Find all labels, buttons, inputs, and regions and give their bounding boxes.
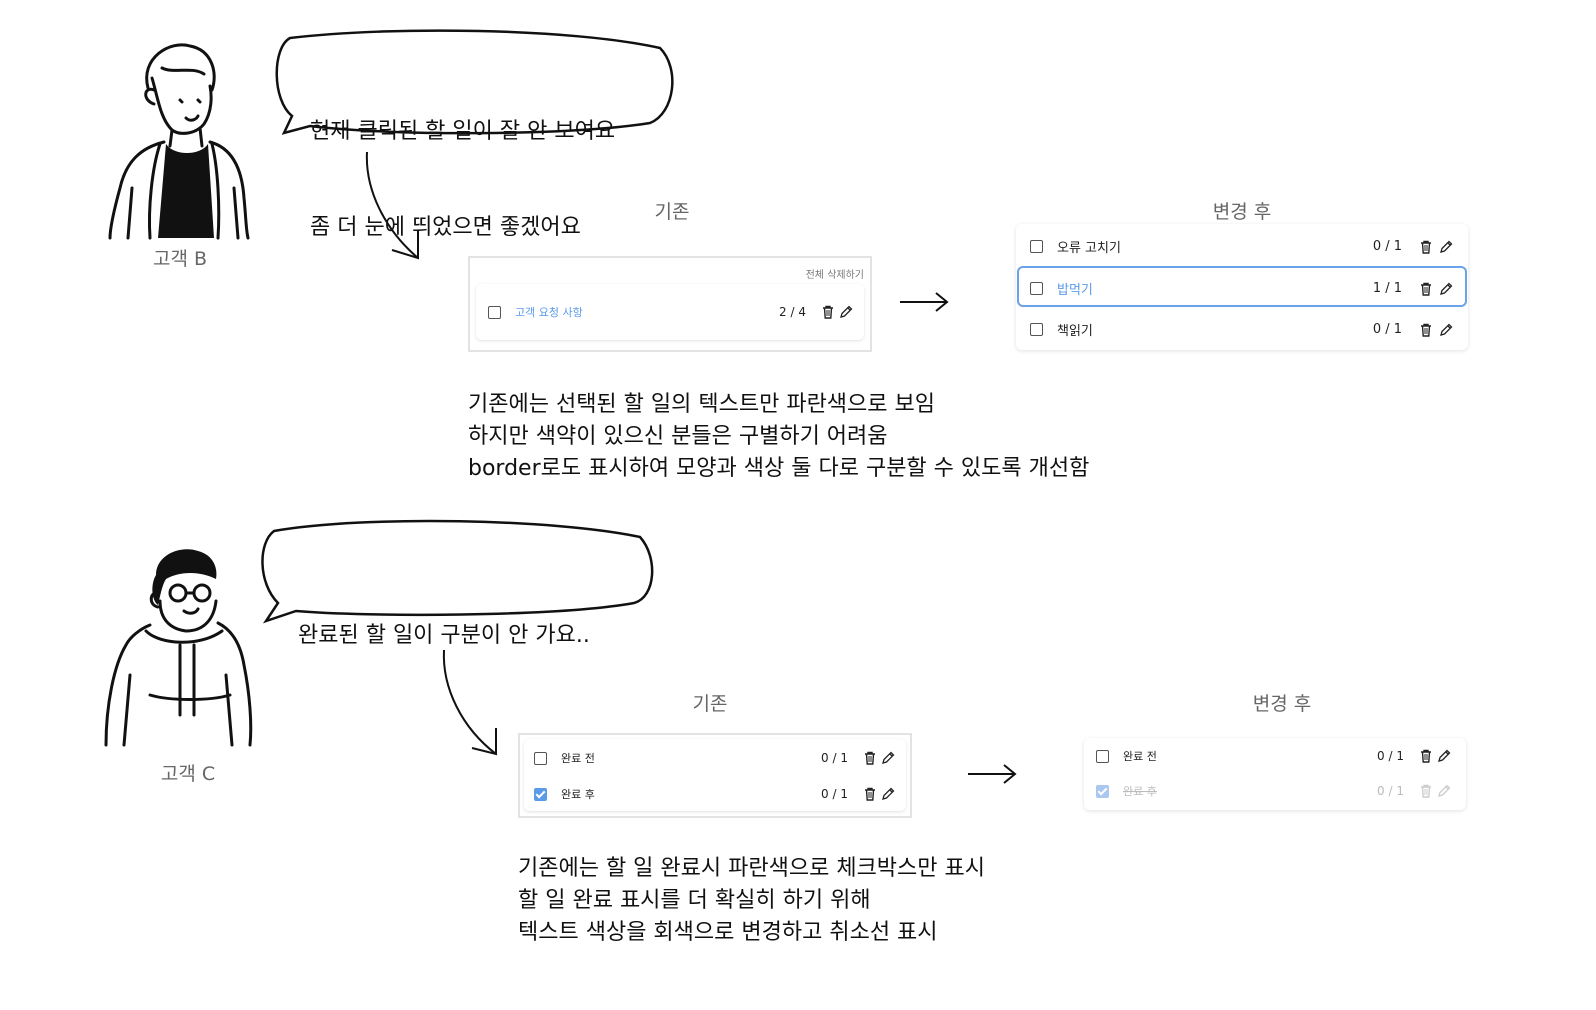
todo-count: 0 / 1 <box>821 751 848 765</box>
todo-label: 오류 고치기 <box>1057 241 1121 256</box>
section2-description: 기존에는 할 일 완료시 파란색으로 체크박스만 표시 할 일 완료 표시를 더… <box>518 853 985 949</box>
checkbox-checked-icon[interactable] <box>1096 784 1109 798</box>
todo-item-done[interactable]: 완료 후 0 / 1 <box>524 786 906 802</box>
todo-label: 책읽기 <box>1057 324 1093 339</box>
person-b-icon <box>108 43 250 240</box>
trash-icon[interactable] <box>820 304 836 320</box>
trash-icon[interactable] <box>862 750 878 766</box>
delete-all-button[interactable]: 전체 삭제하기 <box>806 266 864 281</box>
trash-icon[interactable] <box>1418 783 1434 799</box>
todo-item-selected[interactable]: 밥먹기 1 / 1 <box>1016 279 1468 298</box>
speech-bubble-b-text: 현재 클릭된 할 일이 잘 안 보여요 좀 더 눈에 띄었으면 좋겠어요 <box>310 52 615 276</box>
pencil-icon[interactable] <box>1438 322 1454 338</box>
checkbox-icon[interactable] <box>1030 282 1043 295</box>
todo-item[interactable]: 완료 전 0 / 1 <box>524 750 906 766</box>
pencil-icon[interactable] <box>880 786 896 802</box>
straight-arrow-2 <box>968 764 1017 784</box>
section1-after-title: 변경 후 <box>1212 201 1272 223</box>
description-line: 할 일 완료 표시를 더 확실히 하기 위해 <box>518 888 871 913</box>
checkbox-checked-icon[interactable] <box>534 787 547 801</box>
pencil-icon[interactable] <box>1436 748 1452 764</box>
todo-item[interactable]: 책읽기 0 / 1 <box>1016 320 1468 339</box>
curved-arrow-b <box>365 151 419 260</box>
todo-card: 고객 요청 사항 2 / 4 <box>476 284 864 340</box>
todo-count: 0 / 1 <box>821 787 848 801</box>
section2-after-title: 변경 후 <box>1252 693 1312 715</box>
person-c-icon <box>104 549 253 747</box>
pencil-icon[interactable] <box>880 750 896 766</box>
todo-label: 완료 전 <box>1123 750 1157 763</box>
todo-count: 2 / 4 <box>779 305 806 319</box>
checkbox-icon[interactable] <box>1096 749 1109 763</box>
section1-before-panel: 전체 삭제하기 고객 요청 사항 2 / 4 <box>468 256 872 352</box>
todo-item-done[interactable]: 완료 후 0 / 1 <box>1084 783 1466 799</box>
todo-count: 0 / 1 <box>1377 749 1404 763</box>
todo-label: 완료 후 <box>561 788 595 801</box>
checkbox-icon[interactable] <box>1030 323 1043 336</box>
section2-before-panel: 완료 전 0 / 1 완료 후 0 / 1 <box>518 733 912 818</box>
pencil-icon[interactable] <box>1436 783 1452 799</box>
trash-icon[interactable] <box>862 786 878 802</box>
todo-item[interactable]: 고객 요청 사항 2 / 4 <box>476 304 864 320</box>
todo-item[interactable]: 오류 고치기 0 / 1 <box>1016 237 1468 256</box>
checkbox-icon[interactable] <box>488 305 501 319</box>
pencil-icon[interactable] <box>838 304 854 320</box>
section2-before-title: 기존 <box>692 693 728 715</box>
todo-count: 0 / 1 <box>1372 322 1402 337</box>
description-line: 기존에는 선택된 할 일의 텍스트만 파란색으로 보임 <box>468 392 936 417</box>
customer-b-label: 고객 B <box>152 248 208 270</box>
description-line: 하지만 색약이 있으신 분들은 구별하기 어려움 <box>468 424 888 449</box>
pencil-icon[interactable] <box>1438 239 1454 255</box>
section2-after-panel: 완료 전 0 / 1 완료 후 0 / 1 <box>1084 738 1466 810</box>
checkbox-icon[interactable] <box>1030 240 1043 253</box>
straight-arrow-1 <box>900 292 949 312</box>
trash-icon[interactable] <box>1418 322 1434 338</box>
todo-label: 고객 요청 사항 <box>515 306 583 319</box>
customer-b-illustration <box>100 38 260 243</box>
todo-label: 밥먹기 <box>1057 283 1093 298</box>
section1-before-title: 기존 <box>654 201 690 223</box>
todo-label: 완료 전 <box>561 752 595 765</box>
description-line: 텍스트 색상을 회색으로 변경하고 취소선 표시 <box>518 920 938 945</box>
section1-after-panel: 오류 고치기 0 / 1 밥먹기 1 / 1 책읽기 0 / 1 <box>1016 224 1468 350</box>
todo-item[interactable]: 완료 전 0 / 1 <box>1084 748 1466 764</box>
pencil-icon[interactable] <box>1438 281 1454 297</box>
section1-description: 기존에는 선택된 할 일의 텍스트만 파란색으로 보임 하지만 색약이 있으신 … <box>468 389 1089 485</box>
curved-arrow-c <box>442 649 497 756</box>
checkbox-icon[interactable] <box>534 751 547 765</box>
description-line: 기존에는 할 일 완료시 파란색으로 체크박스만 표시 <box>518 856 986 881</box>
todo-count: 0 / 1 <box>1377 784 1404 798</box>
trash-icon[interactable] <box>1418 748 1434 764</box>
todo-count: 1 / 1 <box>1372 281 1402 296</box>
trash-icon[interactable] <box>1418 281 1434 297</box>
bubble-b-line-1: 현재 클릭된 할 일이 잘 안 보여요 <box>310 119 616 144</box>
description-line: border로도 표시하여 모양과 색상 둘 다로 구분할 수 있도록 개선함 <box>468 456 1090 481</box>
todo-card: 완료 전 0 / 1 완료 후 0 / 1 <box>524 739 906 811</box>
bubble-b-line-2: 좀 더 눈에 띄었으면 좋겠어요 <box>310 215 581 240</box>
customer-c-label: 고객 C <box>160 763 216 785</box>
todo-count: 0 / 1 <box>1372 239 1402 254</box>
trash-icon[interactable] <box>1418 239 1434 255</box>
todo-label-strikethrough: 완료 후 <box>1123 785 1157 798</box>
customer-c-illustration <box>100 545 260 755</box>
